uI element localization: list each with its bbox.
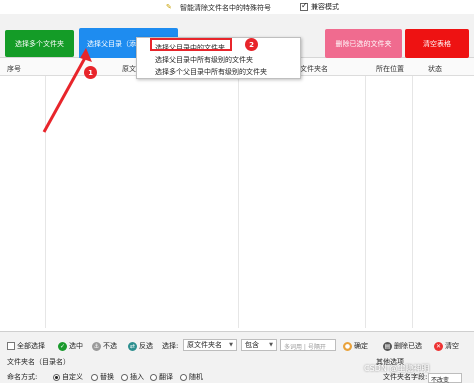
radio-icon — [91, 373, 98, 381]
confirm-label: 确定 — [354, 342, 368, 350]
radio-icon — [180, 373, 187, 381]
naming-option-custom[interactable]: 自定义 — [53, 372, 83, 382]
menu-item-highlight-box — [150, 38, 232, 51]
invert-icon: ⇄ — [128, 341, 137, 351]
radio-selected-icon — [53, 373, 60, 381]
invert-label: 反选 — [139, 342, 153, 350]
select-checked-label: 选中 — [69, 342, 83, 350]
naming-mode-label: 命名方式: — [7, 372, 37, 382]
title-bar: ✎ 智能清除文件名中的特殊符号 兼容模式 — [0, 0, 474, 14]
select-all-label: 全部选择 — [17, 342, 45, 350]
confirm-icon: ● — [343, 341, 352, 351]
radio-icon — [121, 373, 128, 381]
select-checked-button[interactable]: ✓ 选中 — [58, 341, 83, 351]
window-title: 智能清除文件名中的特殊符号 — [180, 4, 271, 12]
column-divider — [412, 76, 413, 328]
field-select[interactable]: 原文件夹名 ▼ — [183, 339, 237, 351]
naming-option-replace[interactable]: 替换 — [91, 372, 114, 382]
radio-icon — [150, 373, 157, 381]
csdn-watermark: CSDN @尘隐神明 — [364, 364, 430, 373]
naming-option-insert[interactable]: 插入 — [121, 372, 144, 382]
delete-icon: ▤ — [383, 341, 392, 351]
step-2-badge: 2 — [245, 38, 258, 51]
column-location[interactable]: 所在位置 — [376, 64, 404, 74]
chevron-down-icon: ▼ — [229, 342, 233, 348]
column-divider — [45, 76, 46, 328]
clear-table-button[interactable]: 清空表格 — [405, 29, 469, 58]
naming-option-label: 随机 — [189, 373, 203, 381]
unselect-label: 不选 — [103, 342, 117, 350]
keyword-input[interactable]: 多词用 | 号隔开 — [280, 339, 336, 351]
naming-option-label: 替换 — [100, 373, 114, 381]
app-icon: ✎ — [166, 3, 172, 11]
unselect-button[interactable]: ⚓ 不选 — [92, 341, 117, 351]
compat-mode-label: 兼容模式 — [311, 3, 339, 11]
step-1-badge: 1 — [84, 66, 97, 79]
checkbox-icon — [7, 342, 15, 350]
match-select[interactable]: 包含 ▼ — [241, 339, 277, 351]
naming-option-label: 插入 — [130, 373, 144, 381]
column-folder-name[interactable]: 文件夹名 — [300, 64, 328, 74]
check-icon: ✓ — [58, 341, 67, 351]
column-status[interactable]: 状态 — [428, 64, 442, 74]
select-by-label: 选择: — [162, 341, 178, 351]
delete-selected-label: 删除已选 — [394, 342, 422, 350]
column-original[interactable]: 原文 — [122, 64, 136, 74]
clear-label: 清空 — [445, 342, 459, 350]
folder-name-field-select[interactable]: 不改变 — [428, 373, 462, 383]
naming-option-label: 翻译 — [159, 373, 173, 381]
select-multiple-folders-button[interactable]: 选择多个文件夹 — [5, 30, 74, 57]
column-index[interactable]: 序号 — [7, 64, 21, 74]
table-body[interactable] — [0, 76, 474, 328]
menu-item-select-multiple-parents-all-levels[interactable]: 选择多个父目录中所有级别的文件夹 — [155, 67, 267, 77]
naming-option-random[interactable]: 随机 — [180, 372, 203, 382]
naming-label-text: 命名方式: — [7, 373, 38, 381]
checkbox-checked-icon — [300, 1, 308, 11]
select-all-checkbox[interactable]: 全部选择 — [7, 341, 45, 351]
column-divider — [238, 76, 239, 328]
menu-item-select-all-levels[interactable]: 选择父目录中所有级别的文件夹 — [155, 55, 253, 65]
delete-selected-button[interactable]: ▤ 删除已选 — [383, 341, 422, 351]
column-divider — [365, 76, 366, 328]
invert-selection-button[interactable]: ⇄ 反选 — [128, 341, 153, 351]
naming-option-translate[interactable]: 翻译 — [150, 372, 173, 382]
close-icon: ✕ — [434, 341, 443, 351]
confirm-button[interactable]: ● 确定 — [343, 341, 368, 351]
clear-button[interactable]: ✕ 清空 — [434, 341, 459, 351]
compat-mode-checkbox[interactable]: 兼容模式 — [300, 1, 339, 12]
select-by-text: 选择: — [162, 342, 179, 350]
match-select-value: 包含 — [245, 341, 259, 349]
delete-selected-folders-button[interactable]: 删除已选的文件夹 — [325, 29, 402, 58]
field-select-value: 原文件夹名 — [187, 341, 222, 349]
chevron-down-icon: ▼ — [269, 342, 273, 348]
folder-name-section-label: 文件夹名（目录名） — [7, 358, 70, 366]
naming-option-label: 自定义 — [62, 373, 83, 381]
anchor-icon: ⚓ — [92, 341, 101, 351]
